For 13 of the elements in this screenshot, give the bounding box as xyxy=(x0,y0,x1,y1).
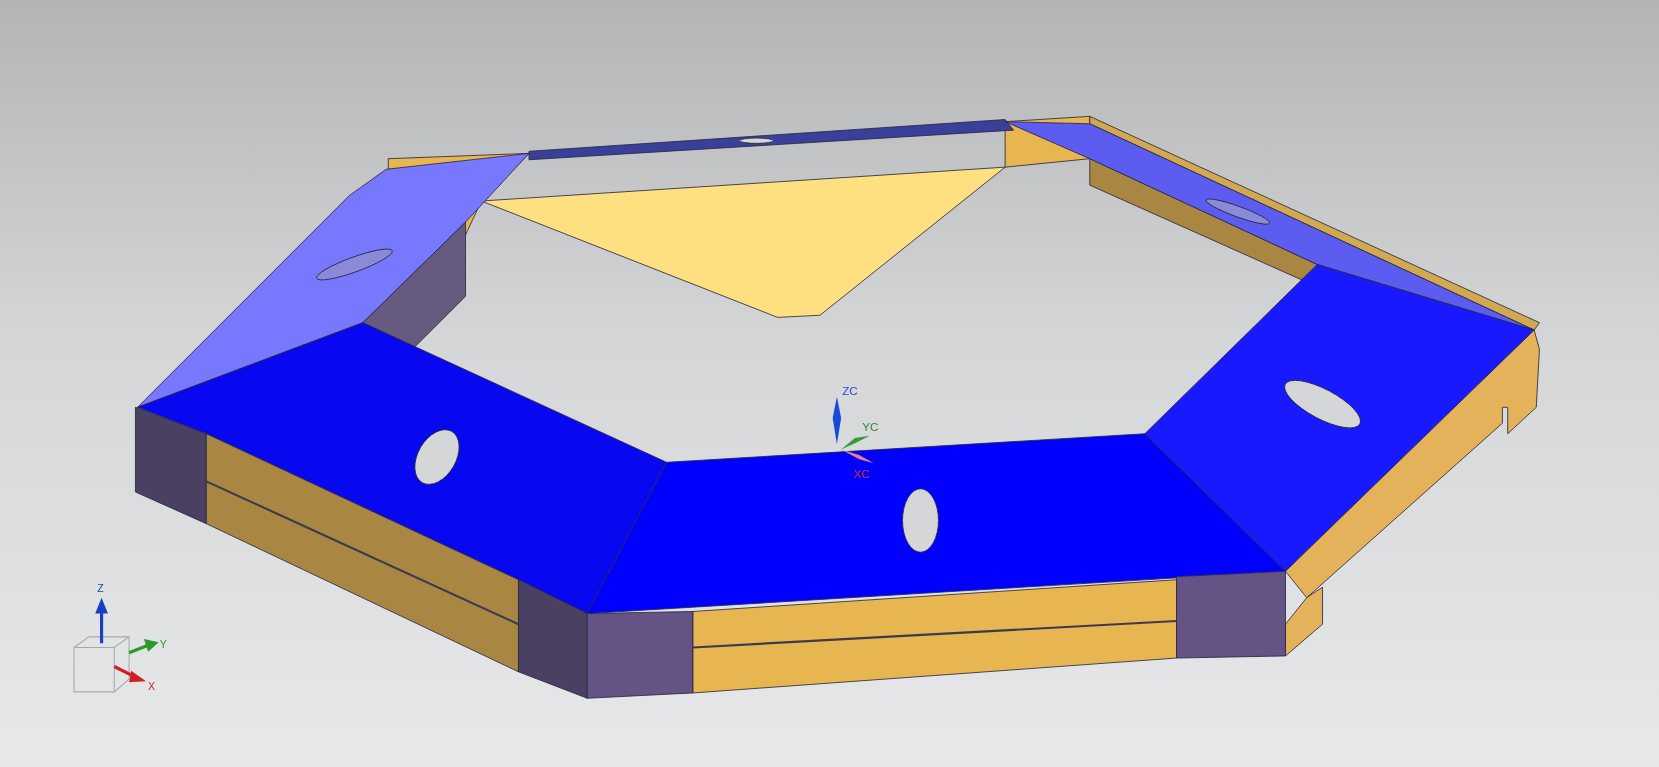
z-axis-arrow xyxy=(95,597,108,644)
x-axis-arrow xyxy=(113,665,146,683)
y-axis-label: YC xyxy=(862,419,879,433)
view-cube-icon xyxy=(73,636,130,693)
x-axis-label: XC xyxy=(853,467,870,481)
z-axis-label: ZC xyxy=(842,383,858,397)
y-axis-arrow xyxy=(128,639,159,655)
x-axis-label: X xyxy=(148,679,156,692)
y-axis-label: Y xyxy=(159,638,167,651)
y-axis-arrow xyxy=(841,435,870,450)
z-axis-arrow xyxy=(832,396,842,445)
x-axis-arrow xyxy=(841,449,874,464)
z-axis-label: Z xyxy=(97,582,104,595)
